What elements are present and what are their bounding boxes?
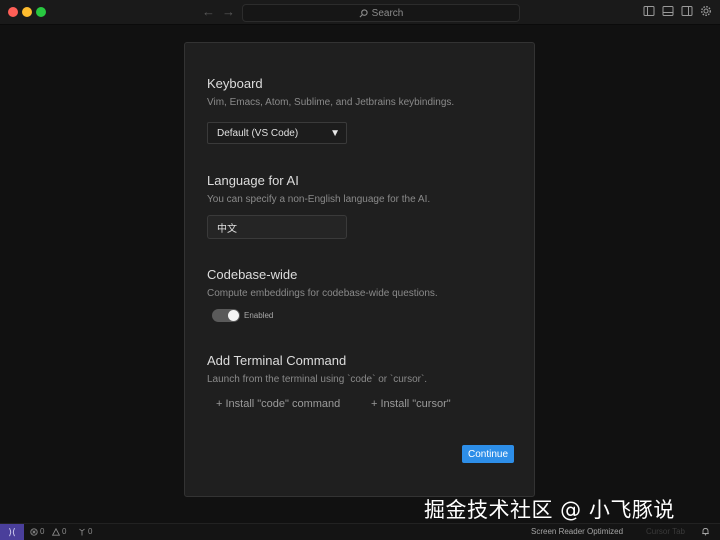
ports-count: 0 bbox=[88, 527, 93, 536]
codebase-section-description: Compute embeddings for codebase-wide que… bbox=[207, 288, 438, 299]
cursor-tab-status[interactable]: Cursor Tab bbox=[646, 527, 685, 536]
keyboard-section-description: Vim, Emacs, Atom, Sublime, and Jetbrains… bbox=[207, 97, 455, 108]
screen-reader-status[interactable]: Screen Reader Optimized bbox=[531, 527, 623, 536]
watermark-text: 掘金技术社区 @ 小飞豚说 bbox=[424, 498, 675, 522]
install-cursor-command-button[interactable]: + Install "cursor" bbox=[371, 398, 451, 410]
error-icon bbox=[30, 527, 38, 536]
toggle-secondary-sidebar-icon[interactable] bbox=[681, 5, 693, 17]
back-arrow-icon[interactable]: ← bbox=[202, 4, 215, 20]
keybinding-selected-value: Default (VS Code) bbox=[217, 127, 299, 139]
language-section-title: Language for AI bbox=[207, 173, 299, 188]
warnings-count: 0 bbox=[62, 527, 67, 536]
title-bar: ← → Search bbox=[0, 0, 720, 25]
layout-controls bbox=[643, 5, 712, 17]
keyboard-section-title: Keyboard bbox=[207, 76, 263, 91]
antenna-icon bbox=[79, 528, 85, 535]
toggle-knob bbox=[228, 310, 239, 321]
notifications-bell-button[interactable] bbox=[701, 527, 710, 536]
terminal-section-title: Add Terminal Command bbox=[207, 353, 347, 368]
dropdown-caret-icon: ▼ bbox=[330, 127, 340, 139]
status-bar: ⟩⟨ 0 0 0 Screen Reader Optimized Cursor … bbox=[0, 523, 720, 540]
search-icon bbox=[359, 8, 368, 17]
command-search-bar[interactable]: Search bbox=[242, 4, 520, 22]
forward-arrow-icon[interactable]: → bbox=[222, 4, 235, 20]
bell-icon bbox=[702, 528, 709, 536]
toggle-panel-icon[interactable] bbox=[662, 5, 674, 17]
errors-indicator[interactable]: 0 bbox=[30, 527, 44, 536]
codebase-toggle-row: Enabled bbox=[212, 309, 273, 322]
ports-indicator[interactable]: 0 bbox=[78, 527, 92, 536]
settings-gear-icon[interactable] bbox=[700, 5, 712, 17]
search-placeholder: Search bbox=[371, 7, 404, 19]
language-section-description: You can specify a non-English language f… bbox=[207, 194, 431, 205]
app-window: ← → Search Keyboard Vim, Emacs, Atom, Su… bbox=[0, 0, 720, 540]
codebase-section-title: Codebase-wide bbox=[207, 267, 298, 282]
warning-icon bbox=[52, 527, 60, 536]
ai-language-input[interactable] bbox=[207, 215, 347, 239]
terminal-section-description: Launch from the terminal using `code` or… bbox=[207, 374, 428, 385]
continue-button[interactable]: Continue bbox=[462, 445, 514, 463]
welcome-settings-dialog: Keyboard Vim, Emacs, Atom, Sublime, and … bbox=[184, 42, 535, 497]
toggle-primary-sidebar-icon[interactable] bbox=[643, 5, 655, 17]
maximize-window-button[interactable] bbox=[36, 7, 46, 17]
codebase-embeddings-toggle[interactable] bbox=[212, 309, 240, 322]
minimize-window-button[interactable] bbox=[22, 7, 32, 17]
close-window-button[interactable] bbox=[8, 7, 18, 17]
warnings-indicator[interactable]: 0 bbox=[52, 527, 66, 536]
remote-icon: ⟩⟨ bbox=[8, 526, 16, 537]
errors-count: 0 bbox=[40, 527, 45, 536]
remote-connection-button[interactable]: ⟩⟨ bbox=[0, 524, 24, 540]
install-code-command-button[interactable]: + Install "code" command bbox=[216, 398, 340, 410]
toggle-state-label: Enabled bbox=[244, 311, 274, 320]
keybinding-select[interactable]: Default (VS Code) ▼ bbox=[207, 122, 347, 144]
